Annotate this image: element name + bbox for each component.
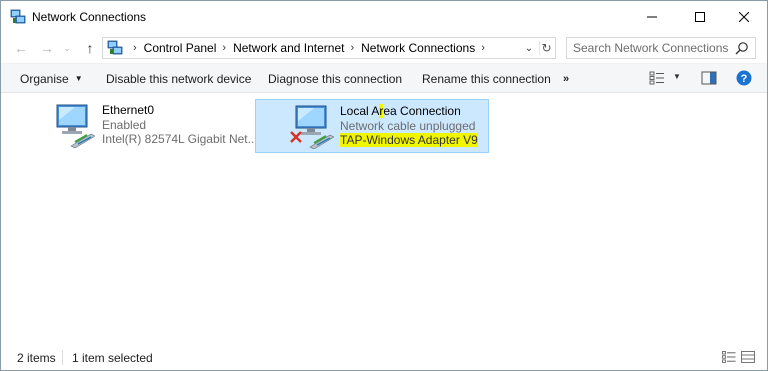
breadcrumb-separator[interactable]: › (350, 42, 354, 54)
breadcrumb-control-panel[interactable]: Control Panel (144, 41, 217, 55)
connection-status: Enabled (102, 117, 147, 132)
disable-network-device-button[interactable]: Disable this network device (106, 64, 251, 93)
back-button[interactable]: ← (13, 40, 29, 56)
maximize-button[interactable] (677, 1, 723, 32)
network-connections-icon (107, 40, 123, 55)
search-box[interactable] (566, 37, 756, 59)
command-bar: Organise ▼ Disable this network device D… (1, 63, 767, 93)
status-bar: 2 items 1 item selected (1, 345, 767, 370)
search-icon[interactable] (735, 41, 749, 55)
explorer-window: Network Connections ← → ⌄ ↑ › Control Pa… (0, 0, 768, 371)
help-glyph: ? (741, 73, 748, 85)
navigation-bar: ← → ⌄ ↑ › Control Panel › Network and In… (1, 33, 767, 63)
more-commands-button[interactable]: » (563, 64, 569, 93)
connection-details: Ethernet0 Enabled Intel(R) 82574L Gigabi… (102, 103, 258, 147)
item-count: 2 items (17, 351, 56, 365)
breadcrumb: › Control Panel › Network and Internet ›… (127, 38, 492, 58)
network-adapter-icon (56, 104, 95, 148)
rename-connection-button[interactable]: Rename this connection (422, 64, 551, 93)
connection-device-highlighted: TAP-Windows Adapter V9 (340, 133, 478, 147)
preview-pane-icon[interactable] (701, 71, 717, 85)
details-view-icon[interactable] (722, 351, 736, 363)
minimize-button[interactable] (629, 1, 675, 32)
title-bar[interactable]: Network Connections (1, 1, 767, 33)
view-options-chevron-icon[interactable]: ▼ (673, 72, 681, 81)
connection-device: Intel(R) 82574L Gigabit Net... (102, 132, 258, 146)
recent-locations-button[interactable]: ⌄ (61, 40, 73, 56)
breadcrumb-separator[interactable]: › (222, 42, 226, 54)
connection-name: Ethernet0 (102, 103, 155, 117)
minimize-icon (647, 16, 657, 17)
forward-button[interactable]: → (39, 40, 55, 56)
large-icons-view-icon[interactable] (741, 351, 755, 363)
up-button[interactable]: ↑ (82, 40, 98, 56)
diagnose-connection-button[interactable]: Diagnose this connection (268, 64, 402, 93)
connection-name: Local Area Connection (340, 104, 478, 119)
close-icon (739, 11, 749, 22)
maximize-icon (695, 11, 705, 22)
address-dropdown-button[interactable]: ⌄ (523, 41, 535, 55)
disconnected-x-icon (290, 131, 302, 143)
connections-list: Ethernet0 Enabled Intel(R) 82574L Gigabi… (1, 93, 767, 345)
organise-menu-button[interactable]: Organise ▼ (20, 64, 83, 93)
chevron-down-icon: ▼ (74, 74, 83, 83)
close-button[interactable] (721, 1, 767, 32)
connection-details: Local Area Connection Network cable unpl… (340, 104, 478, 148)
connection-item-ethernet0[interactable]: Ethernet0 Enabled Intel(R) 82574L Gigabi… (47, 99, 258, 153)
network-connections-icon (10, 9, 26, 24)
connection-name-part: ea Connection (383, 104, 461, 118)
breadcrumb-separator[interactable]: › (133, 42, 137, 54)
organise-label: Organise (20, 71, 69, 86)
connection-item-local-area-connection[interactable]: Local Area Connection Network cable unpl… (255, 99, 489, 153)
breadcrumb-separator[interactable]: › (481, 42, 485, 54)
window-title: Network Connections (32, 10, 147, 24)
breadcrumb-network-and-internet[interactable]: Network and Internet (233, 41, 344, 55)
help-icon[interactable]: ? (736, 70, 752, 86)
search-input[interactable] (573, 40, 729, 56)
refresh-button[interactable]: ↻ (539, 41, 553, 55)
change-view-icon[interactable] (649, 71, 665, 85)
connection-name-part: Local A (340, 104, 380, 118)
breadcrumb-network-connections[interactable]: Network Connections (361, 41, 475, 55)
selection-count: 1 item selected (72, 351, 153, 365)
address-bar[interactable]: › Control Panel › Network and Internet ›… (102, 37, 556, 59)
connection-status: Network cable unplugged (340, 118, 476, 133)
status-divider (62, 350, 63, 365)
